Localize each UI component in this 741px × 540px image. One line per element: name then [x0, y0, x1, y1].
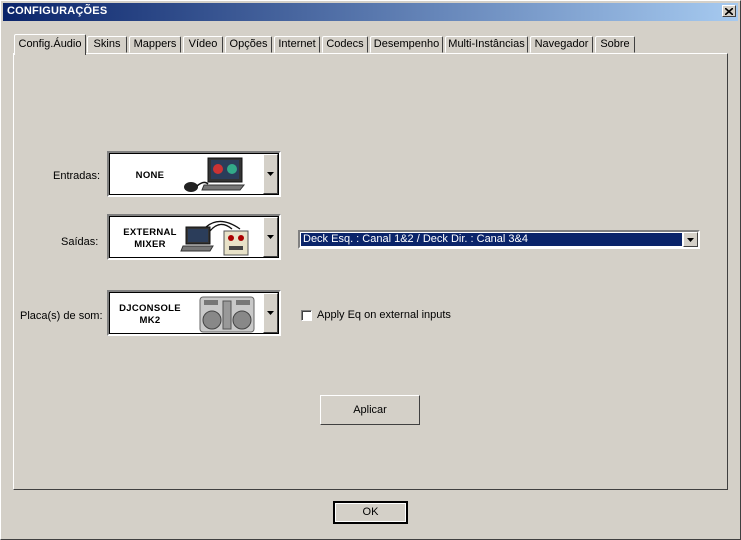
laptop-mouse-icon	[184, 157, 246, 192]
tab-label: Opções	[229, 38, 268, 50]
soundcard-dropdown[interactable]: DJCONSOLE MK2	[107, 290, 281, 336]
tab-label: Internet	[278, 38, 316, 50]
dropdown-frame: DJCONSOLE MK2	[109, 292, 279, 334]
dropdown-button[interactable]	[263, 217, 278, 257]
laptop-mixer-icon	[180, 220, 249, 256]
window-title: CONFIGURAÇÕES	[7, 5, 108, 17]
dropdown-frame: NONE	[109, 153, 279, 195]
apply-eq-checkbox[interactable]	[301, 310, 312, 321]
channel-routing-select[interactable]: Deck Esq. : Canal 1&2 / Deck Dir. : Cana…	[298, 230, 700, 249]
tab-multi-instancias[interactable]: Multi-Instâncias	[445, 36, 528, 53]
tab-config-audio[interactable]: Config.Áudio	[14, 34, 86, 55]
tab-label: Multi-Instâncias	[448, 38, 525, 50]
tab-mappers[interactable]: Mappers	[129, 36, 181, 53]
dropdown-arrow-icon	[687, 237, 694, 242]
tab-internet[interactable]: Internet	[274, 36, 320, 53]
soundcard-value: DJCONSOLE MK2	[119, 303, 181, 326]
ok-button[interactable]: OK	[333, 501, 408, 524]
tab-video[interactable]: Vídeo	[183, 36, 223, 53]
routing-dropdown-button[interactable]	[683, 232, 698, 247]
close-icon	[725, 7, 733, 15]
tab-label: Mappers	[133, 38, 177, 50]
tab-navegador[interactable]: Navegador	[530, 36, 593, 53]
dropdown-button[interactable]	[263, 154, 278, 194]
tab-sobre[interactable]: Sobre	[595, 36, 635, 53]
dropdown-arrow-icon	[267, 235, 274, 239]
title-bar[interactable]: CONFIGURAÇÕES	[3, 3, 738, 21]
tab-codecs[interactable]: Codecs	[322, 36, 368, 53]
dropdown-frame: EXTERNAL MIXER	[109, 216, 279, 258]
close-button[interactable]	[722, 5, 736, 17]
inputs-dropdown[interactable]: NONE	[107, 151, 281, 197]
tab-label: Navegador	[534, 38, 589, 50]
tab-label: Desempenho	[373, 38, 440, 50]
apply-eq-label[interactable]: Apply Eq on external inputs	[317, 309, 451, 321]
tab-opcoes[interactable]: Opções	[225, 36, 272, 53]
settings-dialog: CONFIGURAÇÕES Config.Áudio Skins Mappers…	[0, 0, 741, 540]
outputs-dropdown[interactable]: EXTERNAL MIXER	[107, 214, 281, 260]
tab-label: Codecs	[326, 38, 364, 50]
dropdown-arrow-icon	[267, 172, 274, 176]
channel-routing-value: Deck Esq. : Canal 1&2 / Deck Dir. : Cana…	[301, 233, 682, 246]
tab-skins[interactable]: Skins	[87, 36, 127, 53]
tab-label: Sobre	[600, 38, 630, 50]
djconsole-icon	[199, 296, 255, 333]
tab-label: Config.Áudio	[18, 38, 82, 50]
tab-desempenho[interactable]: Desempenho	[370, 36, 443, 53]
apply-button[interactable]: Aplicar	[320, 395, 420, 425]
inputs-value: NONE	[135, 170, 165, 181]
tab-label: Vídeo	[188, 38, 218, 50]
dropdown-arrow-icon	[267, 311, 274, 315]
outputs-label: Saídas:	[61, 236, 99, 248]
soundcard-label: Placa(s) de som:	[20, 310, 103, 322]
tab-label: Skins	[93, 38, 121, 50]
dropdown-button[interactable]	[263, 293, 278, 333]
audio-config-panel: Entradas: NONE Saídas: EXTERNAL MIXER De…	[13, 53, 728, 490]
outputs-value: EXTERNAL MIXER	[123, 227, 177, 250]
inputs-label: Entradas:	[53, 170, 101, 182]
